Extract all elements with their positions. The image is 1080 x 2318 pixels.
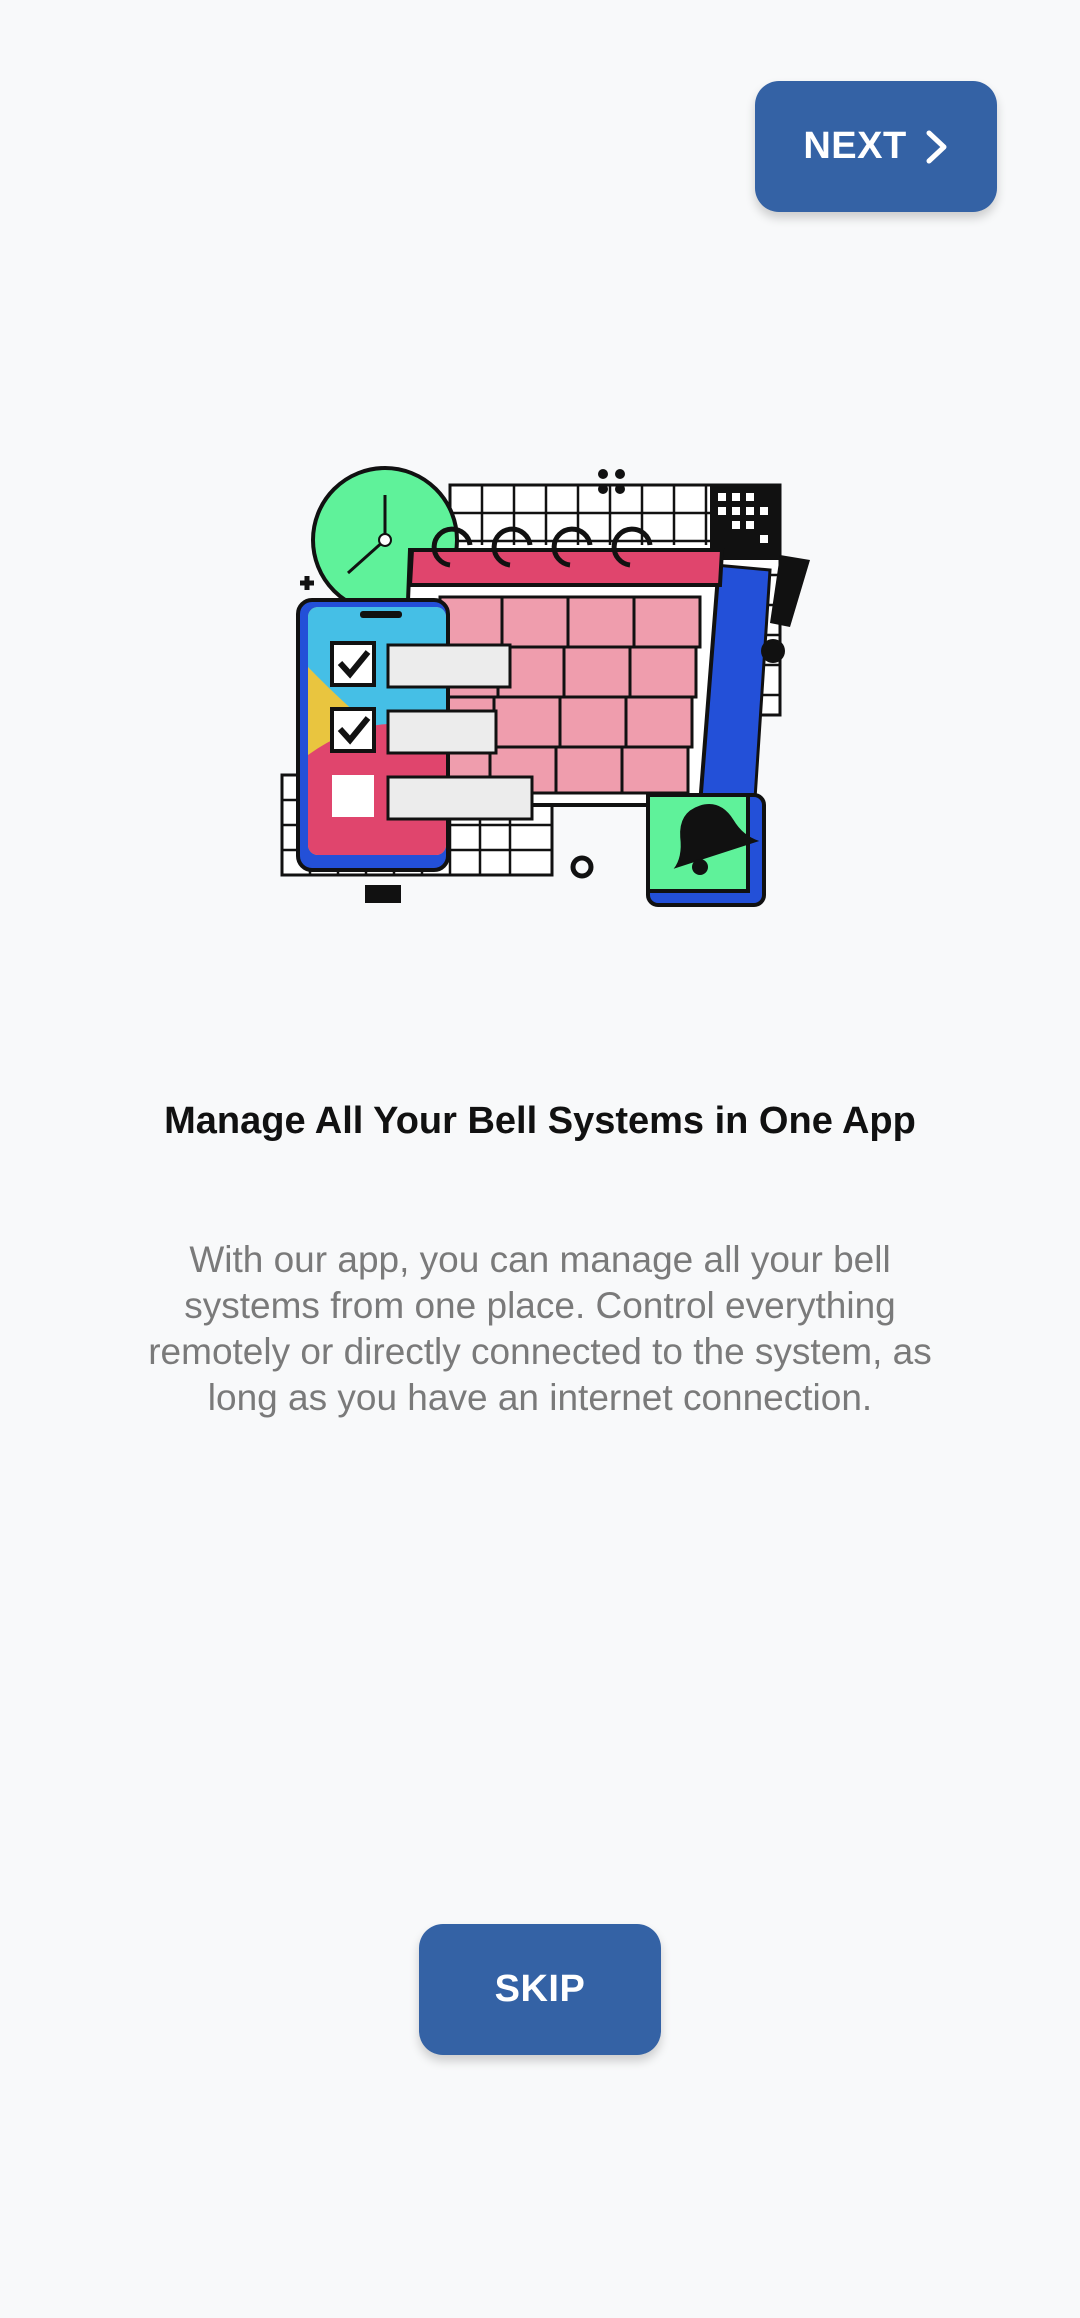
- skip-button[interactable]: SKIP: [419, 1924, 661, 2055]
- skip-button-label: SKIP: [494, 1968, 586, 2010]
- onboarding-title: Manage All Your Bell Systems in One App: [164, 1100, 916, 1142]
- chevron-right-icon: [925, 130, 949, 164]
- onboarding-description: With our app, you can manage all your be…: [148, 1239, 932, 1418]
- next-button-label: NEXT: [803, 125, 907, 167]
- calendar-schedule-illustration: [270, 455, 820, 925]
- next-button[interactable]: NEXT: [755, 81, 997, 212]
